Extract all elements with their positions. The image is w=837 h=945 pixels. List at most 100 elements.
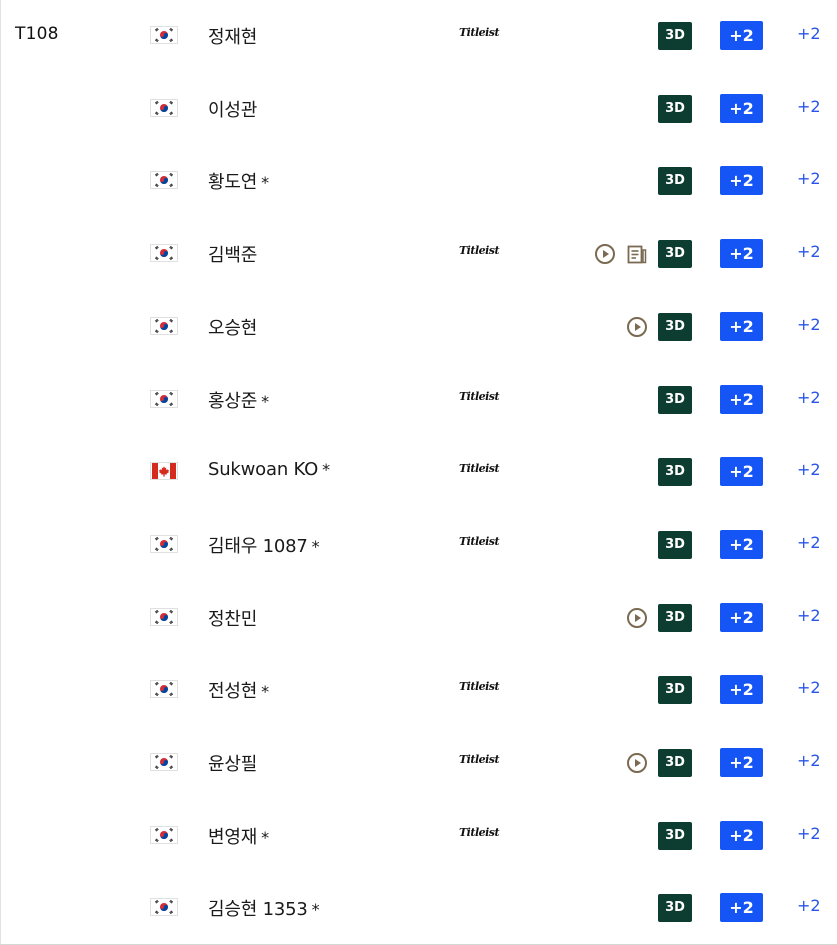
south-korea-flag-icon xyxy=(150,316,178,335)
south-korea-flag-icon xyxy=(150,26,178,44)
shot-tracker-3d-button[interactable]: 3D xyxy=(658,821,692,850)
today-score: +2 xyxy=(797,24,821,43)
total-score-badge[interactable]: +2 xyxy=(720,166,763,196)
player-name-link[interactable]: Sukwoan KO * xyxy=(208,459,330,480)
leaderboard: T108 정재현 Titleist 3D +2 +2 이성관 3D +2 +2 황도연 * 3D +2 +… xyxy=(0,0,837,945)
total-score-badge[interactable]: +2 xyxy=(720,893,763,923)
total-score-badge[interactable]: +2 xyxy=(720,457,763,487)
shot-tracker-3d-button[interactable]: 3D xyxy=(658,458,692,487)
sponsor-logo: Titleist xyxy=(459,389,500,403)
south-korea-flag-icon xyxy=(150,534,178,553)
total-score-badge[interactable]: +2 xyxy=(720,675,763,705)
total-score-badge[interactable]: +2 xyxy=(720,384,763,414)
today-score: +2 xyxy=(797,460,821,480)
leaderboard-row[interactable]: 변영재 * Titleist 3D +2 +2 xyxy=(1,800,837,873)
shot-tracker-3d-button[interactable]: 3D xyxy=(658,94,692,123)
player-name: 정재현 xyxy=(208,27,258,48)
leaderboard-row[interactable]: 김백준 Titleist 3D +2 +2 xyxy=(1,218,837,291)
player-name-link[interactable]: 홍상준 * xyxy=(208,387,269,413)
south-korea-flag-icon xyxy=(150,244,178,263)
shot-tracker-3d-button[interactable]: 3D xyxy=(658,603,692,632)
shot-tracker-3d-button[interactable]: 3D xyxy=(658,676,692,705)
total-score-badge[interactable]: +2 xyxy=(720,93,763,123)
south-korea-flag-icon xyxy=(150,171,178,190)
player-name: 홍상준 xyxy=(208,390,258,412)
canada-flag-icon xyxy=(150,462,178,481)
today-score: +2 xyxy=(797,896,821,916)
leaderboard-row[interactable]: 전성현 * Titleist 3D +2 +2 xyxy=(1,654,837,727)
today-score: +2 xyxy=(797,96,821,116)
play-video-icon[interactable] xyxy=(627,753,647,773)
player-name: 황도연 xyxy=(208,172,258,194)
total-score-badge[interactable]: +2 xyxy=(720,602,763,632)
today-score: +2 xyxy=(797,605,821,625)
leaderboard-row[interactable]: 윤상필 Titleist 3D +2 +2 xyxy=(1,727,837,800)
shot-tracker-3d-button[interactable]: 3D xyxy=(658,22,692,50)
sponsor-logo: Titleist xyxy=(459,244,500,258)
player-name-link[interactable]: 변영재 * xyxy=(208,823,269,849)
shot-tracker-3d-button[interactable]: 3D xyxy=(658,167,692,196)
amateur-star: * xyxy=(261,682,269,702)
play-video-icon[interactable] xyxy=(595,244,615,265)
player-name: 김승현 1353 xyxy=(208,899,308,921)
player-name-link[interactable]: 전성현 * xyxy=(208,677,269,703)
total-score-badge[interactable]: +2 xyxy=(720,820,763,850)
player-name-link[interactable]: 정찬민 xyxy=(208,605,257,631)
today-score: +2 xyxy=(797,751,821,770)
player-name-link[interactable]: 김백준 xyxy=(208,241,257,267)
sponsor-logo: Titleist xyxy=(459,753,500,766)
player-name-link[interactable]: 이성관 xyxy=(208,96,257,122)
today-score: +2 xyxy=(797,314,821,334)
player-name-link[interactable]: 정재현 xyxy=(208,23,257,49)
total-score-badge[interactable]: +2 xyxy=(720,748,763,777)
player-name-link[interactable]: 황도연 * xyxy=(208,168,269,194)
play-video-icon[interactable] xyxy=(627,316,647,337)
player-name-link[interactable]: 김태우 1087 * xyxy=(208,532,320,558)
south-korea-flag-icon xyxy=(150,680,178,699)
player-name: 김백준 xyxy=(208,245,258,267)
amateur-star: * xyxy=(261,173,269,193)
leaderboard-row[interactable]: 정찬민 3D +2 +2 xyxy=(1,582,837,655)
leaderboard-row[interactable]: 황도연 * 3D +2 +2 xyxy=(1,145,837,218)
sponsor-logo: Titleist xyxy=(459,26,500,39)
south-korea-flag-icon xyxy=(150,607,178,626)
shot-tracker-3d-button[interactable]: 3D xyxy=(658,312,692,341)
player-name-link[interactable]: 김승현 1353 * xyxy=(208,895,320,921)
player-name: 정찬민 xyxy=(208,608,258,630)
leaderboard-row[interactable]: 이성관 3D +2 +2 xyxy=(1,73,837,146)
sponsor-logo: Titleist xyxy=(459,462,500,476)
today-score: +2 xyxy=(797,823,821,843)
south-korea-flag-icon xyxy=(150,898,178,917)
amateur-star: * xyxy=(322,460,330,480)
leaderboard-row[interactable]: Sukwoan KO * Titleist 3D +2 +2 xyxy=(1,436,837,509)
shot-tracker-3d-button[interactable]: 3D xyxy=(658,240,692,269)
leaderboard-row[interactable]: 김승현 1353 * 3D +2 +2 xyxy=(1,872,837,945)
player-name-link[interactable]: 오승현 xyxy=(208,314,257,340)
leaderboard-row[interactable]: 정재현 Titleist 3D +2 +2 xyxy=(1,0,837,73)
player-name-link[interactable]: 윤상필 xyxy=(208,750,257,776)
player-name: 김태우 1087 xyxy=(208,535,308,557)
today-score: +2 xyxy=(797,169,821,189)
player-name: 전성현 xyxy=(208,681,258,703)
total-score-badge[interactable]: +2 xyxy=(720,529,763,559)
shot-tracker-3d-button[interactable]: 3D xyxy=(658,749,692,777)
shot-tracker-3d-button[interactable]: 3D xyxy=(658,894,692,923)
shot-tracker-3d-button[interactable]: 3D xyxy=(658,385,692,414)
player-name: 이성관 xyxy=(208,99,258,121)
player-name: 변영재 xyxy=(208,826,258,848)
total-score-badge[interactable]: +2 xyxy=(720,311,763,341)
play-video-icon[interactable] xyxy=(627,607,647,628)
total-score-badge[interactable]: +2 xyxy=(720,239,763,269)
amateur-star: * xyxy=(311,536,320,556)
south-korea-flag-icon xyxy=(150,389,178,408)
south-korea-flag-icon xyxy=(150,753,178,771)
south-korea-flag-icon xyxy=(150,825,178,844)
leaderboard-row[interactable]: 홍상준 * Titleist 3D +2 +2 xyxy=(1,364,837,437)
leaderboard-row[interactable]: 김태우 1087 * Titleist 3D +2 +2 xyxy=(1,509,837,582)
shot-tracker-3d-button[interactable]: 3D xyxy=(658,530,692,559)
sponsor-logo: Titleist xyxy=(459,534,500,548)
news-icon[interactable] xyxy=(627,245,647,264)
total-score-badge[interactable]: +2 xyxy=(720,21,763,50)
player-name: 오승현 xyxy=(208,317,258,339)
leaderboard-row[interactable]: 오승현 3D +2 +2 xyxy=(1,291,837,364)
